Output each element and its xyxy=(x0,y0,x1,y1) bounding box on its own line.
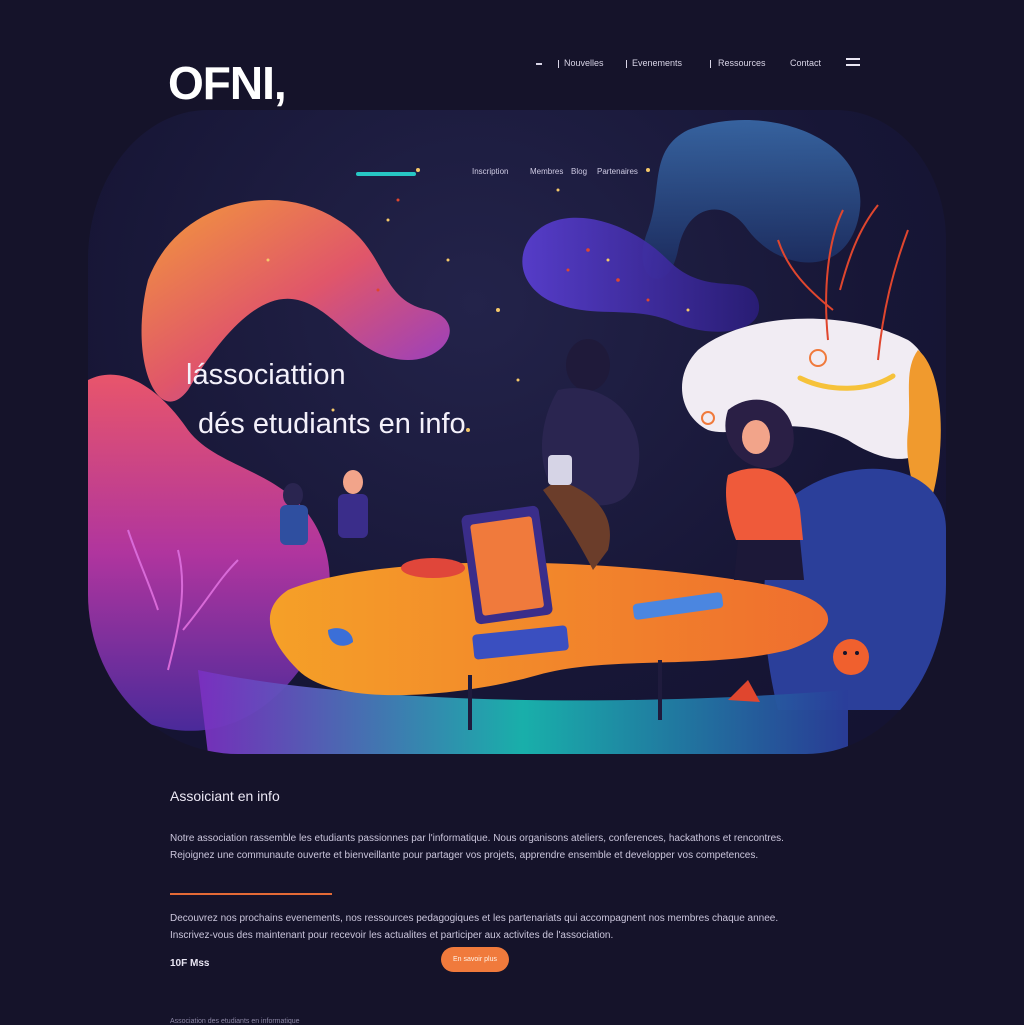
nav-item-events[interactable]: Evenements xyxy=(632,58,682,68)
section-title: Assoiciant en info xyxy=(170,788,280,804)
nav-divider xyxy=(626,60,627,68)
hero-title-line1: lássociattion xyxy=(186,359,346,392)
hero-title: lássociattion dés etudiants en info xyxy=(186,357,466,442)
small-plant xyxy=(728,680,760,702)
hero-nav-members[interactable]: Membres xyxy=(530,167,563,176)
nav-divider xyxy=(536,63,542,65)
section-paragraph: Inscrivez-vous des maintenant pour recev… xyxy=(170,930,614,941)
small-label: 10F Mss xyxy=(170,958,210,969)
person-desk xyxy=(725,399,804,580)
section-paragraph: Rejoignez une communaute ouverte et bien… xyxy=(170,850,759,861)
right-white-shape xyxy=(681,318,934,459)
hero-accent-line xyxy=(356,172,416,176)
nav-item-resources[interactable]: Ressources xyxy=(718,58,766,68)
learn-more-button[interactable]: En savoir plus xyxy=(441,947,509,972)
hero-title-line2: dés etudiants en info xyxy=(198,407,466,440)
brand-logo[interactable]: OFNI, xyxy=(168,56,287,110)
nav-divider xyxy=(558,60,559,68)
cushion xyxy=(401,558,465,578)
hero-nav-blog[interactable]: Blog xyxy=(571,167,587,176)
top-navigation: Nouvelles Evenements Ressources Contact xyxy=(530,58,864,70)
nav-item-news[interactable]: Nouvelles xyxy=(564,58,604,68)
desk-leg xyxy=(468,675,472,730)
hero-nav-partners[interactable]: Partenaires xyxy=(597,167,638,176)
nav-item-contact[interactable]: Contact xyxy=(790,58,821,68)
section-paragraph: Decouvrez nos prochains evenements, nos … xyxy=(170,913,779,924)
orange-ball xyxy=(833,639,869,675)
purple-cloud xyxy=(522,217,760,332)
section-divider xyxy=(170,893,332,895)
floor xyxy=(198,670,848,754)
person-sitting xyxy=(541,339,640,570)
section-paragraph: Notre association rassemble les etudiant… xyxy=(170,833,784,844)
hero-nav-signup[interactable]: Inscription xyxy=(472,167,508,176)
menu-icon[interactable] xyxy=(846,58,860,66)
people-background xyxy=(280,470,368,545)
nav-divider xyxy=(710,60,711,68)
laptop xyxy=(461,505,553,625)
desk-leg xyxy=(658,660,662,720)
teal-swirl xyxy=(642,120,861,279)
